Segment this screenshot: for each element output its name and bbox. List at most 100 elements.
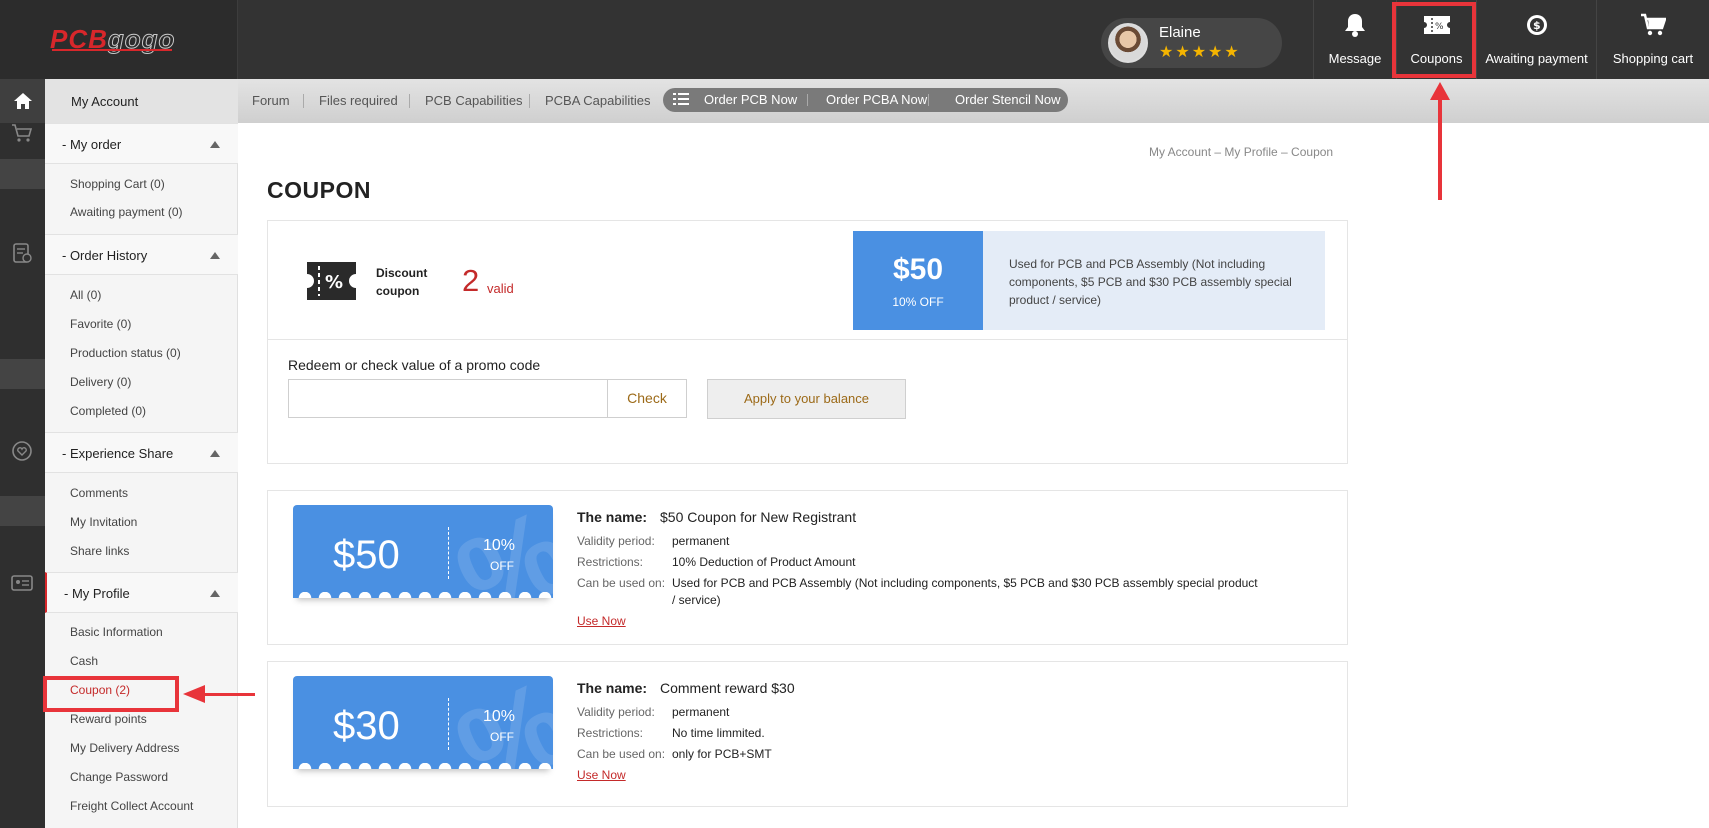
list-icon bbox=[673, 90, 689, 111]
sidebar-item-basic-information[interactable]: Basic Information bbox=[70, 625, 163, 639]
pill-separator bbox=[928, 94, 929, 106]
nav-shopping-cart-label: Shopping cart bbox=[1612, 51, 1694, 66]
restrictions-label: Restrictions: bbox=[577, 726, 644, 740]
caret-up-icon[interactable] bbox=[210, 450, 220, 457]
coupon-percent: 10% bbox=[483, 537, 516, 554]
sidebar-item-freight-collect-account[interactable]: Freight Collect Account bbox=[70, 799, 193, 813]
user-name: Elaine bbox=[1159, 24, 1201, 41]
sidebar-item-production-status[interactable]: Production status (0) bbox=[70, 346, 181, 360]
svg-text:$: $ bbox=[1533, 19, 1541, 32]
restrictions-label: Restrictions: bbox=[577, 555, 644, 569]
coupon-scallop-edge bbox=[293, 592, 553, 598]
coupon-off: OFF bbox=[490, 559, 514, 573]
coupon-divider bbox=[448, 527, 449, 579]
sidebar-item-reward-points[interactable]: Reward points bbox=[70, 712, 147, 726]
discount-label-line2: coupon bbox=[376, 284, 420, 298]
home-icon[interactable] bbox=[0, 79, 45, 123]
sidebar-item-awaiting-payment[interactable]: Awaiting payment (0) bbox=[70, 205, 183, 219]
redeem-label: Redeem or check value of a promo code bbox=[288, 357, 541, 373]
subnav-forum[interactable]: Forum bbox=[252, 93, 290, 108]
usage-label: Can be used on: bbox=[577, 747, 666, 761]
panel-divider bbox=[268, 339, 1347, 340]
usage-value-line1: only for PCB+SMT bbox=[672, 747, 772, 761]
sidebar-item-my-invitation[interactable]: My Invitation bbox=[70, 515, 137, 529]
featured-coupon-description: Used for PCB and PCB Assembly (Not inclu… bbox=[983, 231, 1329, 330]
order-buttons-group: Order PCB Now Order PCBA Now Order Stenc… bbox=[663, 88, 1068, 112]
sidebar-item-shopping-cart[interactable]: Shopping Cart (0) bbox=[70, 177, 165, 191]
sidebar-section-my-order[interactable]: - My order bbox=[45, 123, 238, 164]
featured-amount: $50 bbox=[892, 253, 944, 286]
use-now-link[interactable]: Use Now bbox=[577, 768, 626, 782]
sidebar-section-order-history[interactable]: - Order History bbox=[45, 234, 238, 275]
coupon-scallop-edge bbox=[293, 763, 553, 769]
coupon-percent: 10% bbox=[483, 708, 516, 725]
subnav-files-required[interactable]: Files required bbox=[319, 93, 398, 108]
cart-rail-icon[interactable] bbox=[10, 121, 34, 145]
valid-label: valid bbox=[487, 281, 514, 296]
use-now-link[interactable]: Use Now bbox=[577, 614, 626, 628]
nav-message[interactable]: Message bbox=[1313, 0, 1396, 79]
sidebar-title: My Account bbox=[71, 94, 139, 109]
pill-separator bbox=[807, 94, 808, 106]
sidebar-section-my-profile[interactable]: - My Profile bbox=[45, 572, 238, 613]
heart-share-rail-icon[interactable] bbox=[10, 439, 34, 463]
validity-value: permanent bbox=[672, 705, 730, 719]
coupon-name: Comment reward $30 bbox=[660, 680, 795, 696]
sidebar-item-cash[interactable]: Cash bbox=[70, 654, 98, 668]
section-title: - My Profile bbox=[64, 586, 130, 601]
order-stencil-button[interactable]: Order Stencil Now bbox=[955, 92, 1060, 107]
user-profile-pill[interactable]: Elaine ★★★★★ bbox=[1101, 18, 1282, 68]
restrictions-value: No time limmited. bbox=[672, 726, 765, 740]
usage-value-line1: Used for PCB and PCB Assembly (Not inclu… bbox=[672, 576, 1258, 590]
discount-label-line1: Discount bbox=[376, 266, 428, 280]
sidebar-item-change-password[interactable]: Change Password bbox=[70, 770, 168, 784]
featured-coupon-amount: $50 10% OFF bbox=[853, 231, 983, 330]
usage-label: Can be used on: bbox=[577, 576, 666, 590]
sidebar-item-delivery[interactable]: Delivery (0) bbox=[70, 375, 131, 389]
apply-to-balance-button[interactable]: Apply to your balance bbox=[707, 379, 906, 419]
annotation-arrow-left bbox=[200, 693, 255, 696]
discount-coupon-label: Discount coupon bbox=[376, 264, 427, 300]
subnav-pcb-capabilities[interactable]: PCB Capabilities bbox=[425, 93, 523, 108]
coupon-amount: $50 bbox=[333, 533, 400, 577]
section-title: - Experience Share bbox=[62, 446, 174, 461]
subnav-separator bbox=[303, 94, 304, 108]
logo-area[interactable]: PCBgogo bbox=[0, 0, 238, 79]
order-history-rail-icon[interactable] bbox=[10, 241, 34, 265]
sidebar-item-comments[interactable]: Comments bbox=[70, 486, 128, 500]
order-pcb-button[interactable]: Order PCB Now bbox=[704, 92, 797, 107]
nav-awaiting-payment[interactable]: $ Awaiting payment bbox=[1476, 0, 1596, 79]
sidebar-section-experience-share[interactable]: - Experience Share bbox=[45, 432, 238, 473]
discount-ticket-icon: % bbox=[305, 260, 358, 302]
caret-up-icon[interactable] bbox=[210, 590, 220, 597]
sidebar-item-delivery-address[interactable]: My Delivery Address bbox=[70, 741, 179, 755]
order-pcba-button[interactable]: Order PCBA Now bbox=[826, 92, 927, 107]
dollar-coin-icon: $ bbox=[1477, 12, 1596, 38]
subnav-separator bbox=[409, 94, 410, 108]
validity-value: permanent bbox=[672, 534, 730, 548]
page-title: COUPON bbox=[267, 177, 371, 203]
coupon-amount: $30 bbox=[333, 704, 400, 748]
subnav-pcba-capabilities[interactable]: PCBA Capabilities bbox=[545, 93, 651, 108]
coupon-name: $50 Coupon for New Registrant bbox=[660, 509, 857, 525]
section-title: - Order History bbox=[62, 248, 148, 263]
sidebar-item-completed[interactable]: Completed (0) bbox=[70, 404, 146, 418]
avatar[interactable] bbox=[1108, 23, 1148, 63]
validity-label: Validity period: bbox=[577, 705, 655, 719]
restrictions-value: 10% Deduction of Product Amount bbox=[672, 555, 856, 569]
cart-icon bbox=[1597, 12, 1709, 38]
nav-shopping-cart[interactable]: Shopping cart bbox=[1596, 0, 1709, 79]
logo-underline bbox=[52, 49, 172, 51]
caret-up-icon[interactable] bbox=[210, 141, 220, 148]
caret-up-icon[interactable] bbox=[210, 252, 220, 259]
id-card-rail-icon[interactable] bbox=[10, 571, 34, 595]
check-button[interactable]: Check bbox=[607, 379, 687, 418]
sidebar-item-favorite[interactable]: Favorite (0) bbox=[70, 317, 131, 331]
sidebar-item-share-links[interactable]: Share links bbox=[70, 544, 129, 558]
svg-text:%: % bbox=[325, 272, 343, 293]
coupon-card-visual: % $50 10% OFF bbox=[293, 505, 553, 598]
section-title: - My order bbox=[62, 137, 122, 152]
coupon-name-label: The name: bbox=[577, 509, 648, 525]
promo-code-input[interactable] bbox=[288, 379, 608, 418]
sidebar-item-all[interactable]: All (0) bbox=[70, 288, 101, 302]
